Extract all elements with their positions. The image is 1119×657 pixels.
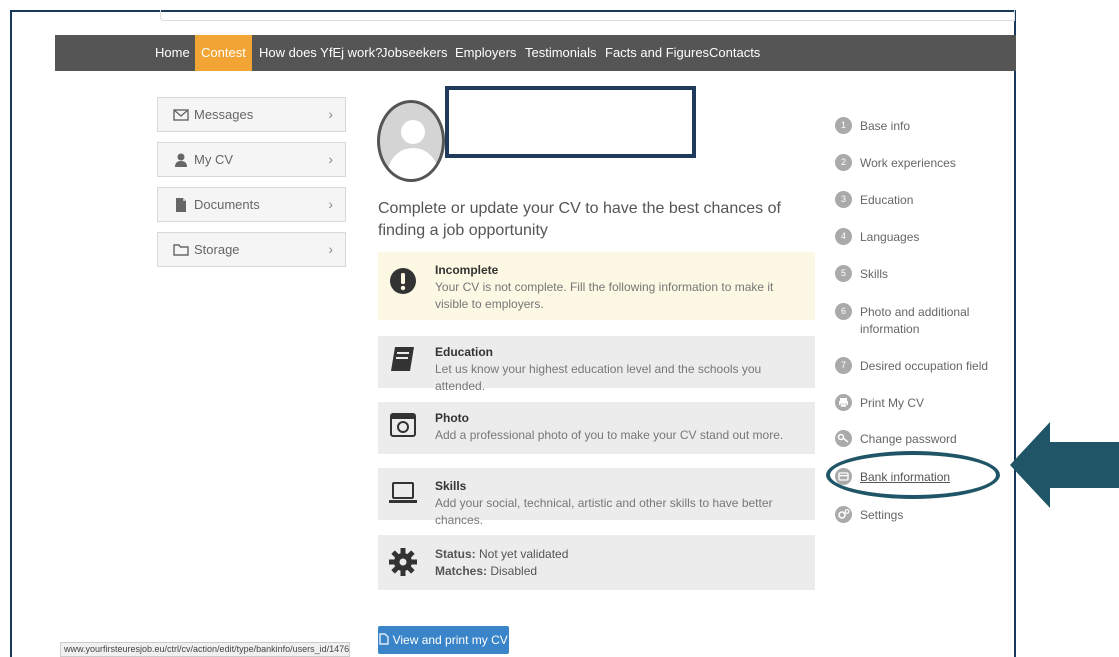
chevron-right-icon: › xyxy=(328,196,333,212)
action-label: Settings xyxy=(860,508,904,522)
view-print-cv-label: View and print my CV xyxy=(392,633,508,647)
step-number: 6 xyxy=(835,303,852,320)
step-number: 4 xyxy=(835,228,852,245)
document-icon xyxy=(176,198,186,212)
nav-testimonials[interactable]: Testimonials xyxy=(519,35,603,71)
card-text: Add your social, technical, artistic and… xyxy=(435,496,773,527)
matches-label: Matches: xyxy=(435,564,488,578)
sidebar-item-storage[interactable]: Storage › xyxy=(157,232,346,267)
annotation-arrow-icon xyxy=(1010,422,1119,508)
nav-contest[interactable]: Contest xyxy=(195,35,252,71)
sidebar-item-label: My CV xyxy=(194,152,233,167)
nav-jobseekers[interactable]: Jobseekers xyxy=(375,35,453,71)
folder-icon xyxy=(173,244,189,256)
view-print-cv-button[interactable]: View and print my CV xyxy=(378,626,509,654)
cv-card-photo[interactable]: Photo Add a professional photo of you to… xyxy=(378,402,815,454)
card-title: Skills xyxy=(435,479,467,493)
sidebar-item-documents[interactable]: Documents › xyxy=(157,187,346,222)
exclamation-circle-icon xyxy=(390,268,416,294)
nav-how-it-works[interactable]: How does YfEj work? xyxy=(253,35,388,71)
status-value: Not yet validated xyxy=(475,547,569,561)
sidebar-item-label: Documents xyxy=(194,197,260,212)
step-number: 3 xyxy=(835,191,852,208)
step-label: Languages xyxy=(860,230,920,244)
step-label: Photo and additional information xyxy=(860,305,970,336)
camera-icon xyxy=(390,413,416,437)
card-text: Add a professional photo of you to make … xyxy=(435,428,784,442)
chevron-right-icon: › xyxy=(328,106,333,122)
step-number: 7 xyxy=(835,357,852,374)
status-line: Status: Not yet validated xyxy=(435,546,805,563)
card-title: Photo xyxy=(435,411,469,425)
chevron-right-icon: › xyxy=(328,151,333,167)
chevron-right-icon: › xyxy=(328,241,333,257)
book-icon xyxy=(391,347,414,371)
gear-icon xyxy=(389,548,417,576)
file-icon xyxy=(379,633,389,645)
avatar-head xyxy=(401,120,425,144)
step-label: Education xyxy=(860,193,914,207)
print-icon xyxy=(835,394,852,411)
sidebar-item-messages[interactable]: Messages › xyxy=(157,97,346,132)
matches-line: Matches: Disabled xyxy=(435,563,805,580)
address-bar-edge xyxy=(160,10,1015,21)
card-title: Education xyxy=(435,345,494,359)
warning-text: Your CV is not complete. Fill the follow… xyxy=(435,280,774,311)
nav-employers[interactable]: Employers xyxy=(449,35,522,71)
redacted-name-box xyxy=(445,86,696,158)
highlight-circle xyxy=(826,451,1000,499)
laptop-icon xyxy=(389,482,417,503)
envelope-icon xyxy=(173,109,189,121)
sidebar-item-label: Storage xyxy=(194,242,240,257)
warning-title: Incomplete xyxy=(435,263,499,277)
step-label: Desired occupation field xyxy=(860,359,989,373)
cv-card-education[interactable]: Education Let us know your highest educa… xyxy=(378,336,815,393)
cv-status-card: Status: Not yet validated Matches: Disab… xyxy=(378,535,815,590)
matches-value: Disabled xyxy=(487,564,538,578)
avatar-body xyxy=(388,148,438,179)
status-label: Status: xyxy=(435,547,476,561)
sidebar-item-my-cv[interactable]: My CV › xyxy=(157,142,346,177)
incomplete-warning: Incomplete Your CV is not complete. Fill… xyxy=(378,252,815,320)
step-number: 2 xyxy=(835,154,852,171)
cv-card-skills[interactable]: Skills Add your social, technical, artis… xyxy=(378,468,815,527)
page-intro: Complete or update your CV to have the b… xyxy=(378,200,781,239)
main-navbar: Home Contest How does YfEj work? Jobseek… xyxy=(55,35,1016,71)
step-number: 1 xyxy=(835,117,852,134)
profile-avatar[interactable] xyxy=(377,100,445,182)
step-number: 5 xyxy=(835,265,852,282)
nav-facts-figures[interactable]: Facts and Figures xyxy=(599,35,715,71)
nav-contacts[interactable]: Contacts xyxy=(703,35,766,71)
key-icon xyxy=(835,430,852,447)
card-text: Let us know your highest education level… xyxy=(435,362,762,393)
step-label: Base info xyxy=(860,119,911,133)
step-label: Work experiences xyxy=(860,156,956,170)
user-icon xyxy=(175,153,187,167)
nav-home[interactable]: Home xyxy=(149,35,196,71)
status-bar-url: www.yourfirsteuresjob.eu/ctrl/cv/action/… xyxy=(60,642,350,657)
action-label: Change password xyxy=(860,432,957,446)
step-label: Skills xyxy=(860,267,889,281)
action-label: Print My CV xyxy=(860,396,925,410)
sidebar-item-label: Messages xyxy=(194,107,254,122)
cogs-icon xyxy=(835,506,852,523)
